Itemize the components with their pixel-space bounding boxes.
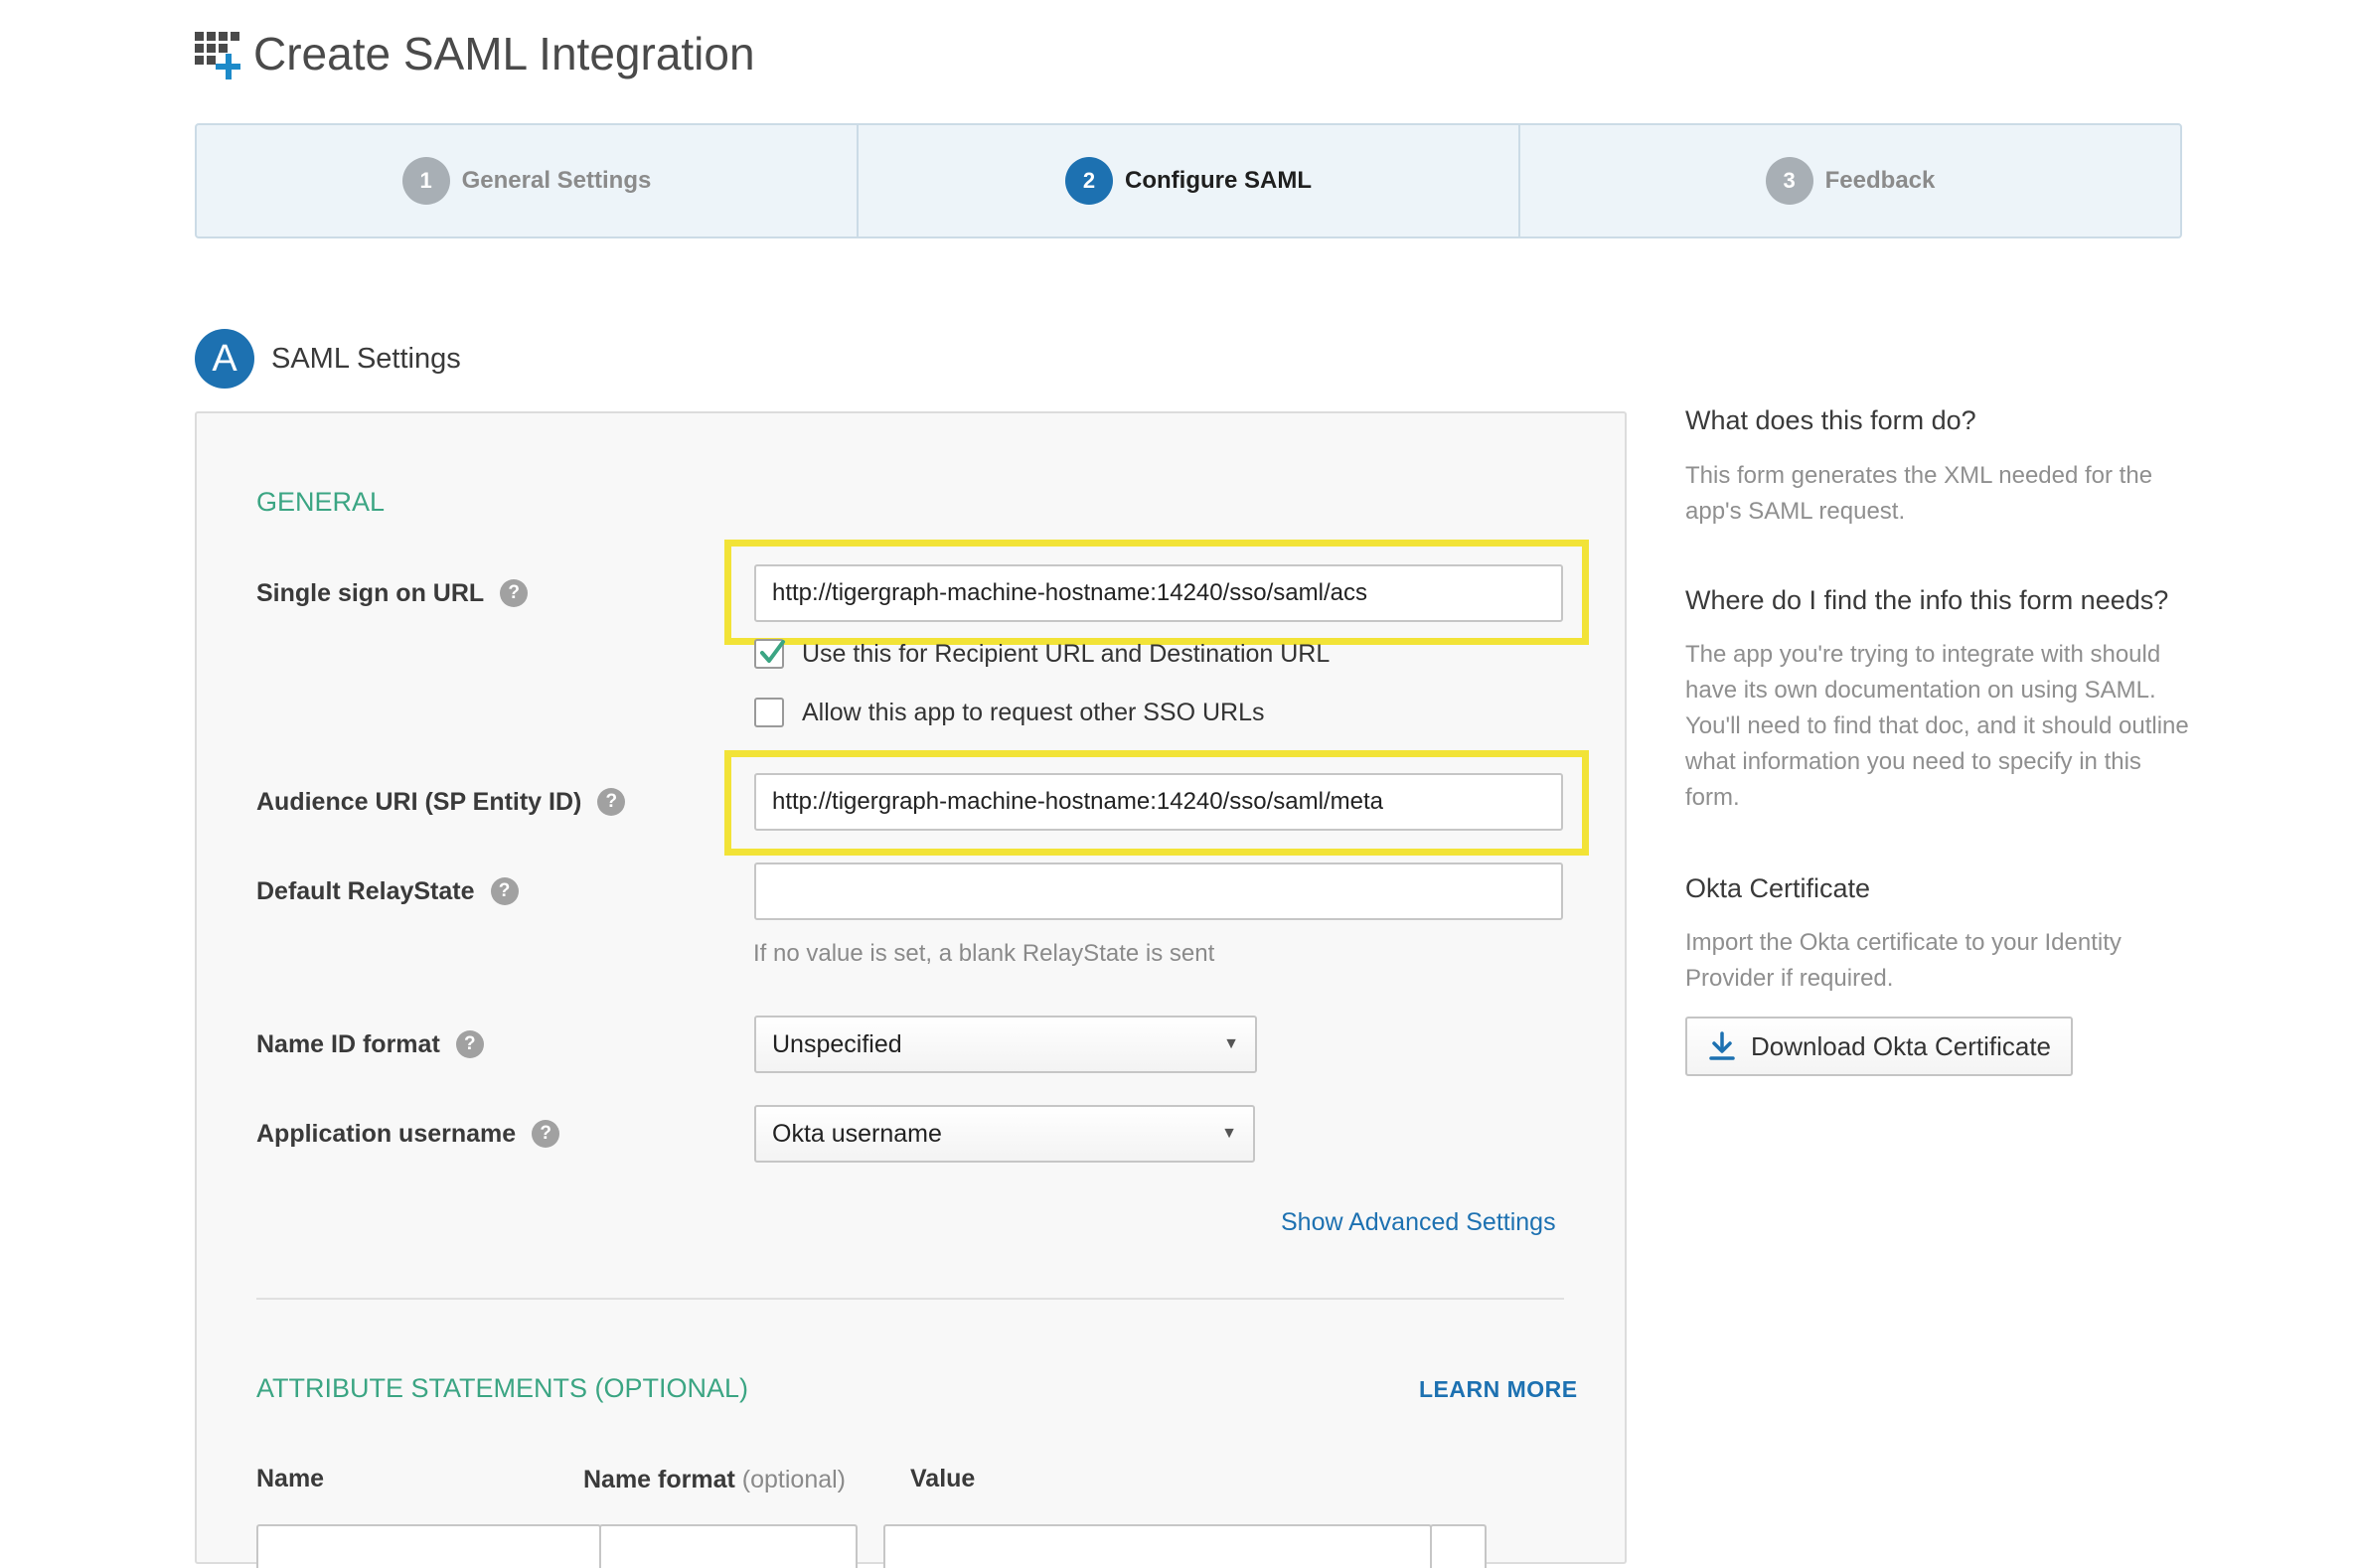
attribute-statements-heading: ATTRIBUTE STATEMENTS (OPTIONAL) [256,1373,749,1403]
sidebar-question-where-info: Where do I find the info this form needs… [1685,585,2169,615]
name-id-format-select[interactable]: Unspecified ▼ [754,1016,1257,1073]
sso-url-label-text: Single sign on URL [256,578,485,607]
caret-down-icon: ▼ [1221,1125,1237,1142]
download-icon [1709,1031,1735,1060]
learn-more-link[interactable]: LEARN MORE [1419,1376,1578,1403]
recipient-url-checkbox-row[interactable]: Use this for Recipient URL and Destinati… [754,637,1330,671]
section-divider [256,1298,1564,1300]
step-label: Feedback [1824,167,1936,194]
name-id-format-label-text: Name ID format [256,1029,440,1058]
app-username-label: Application username ? [256,1117,560,1151]
page-title: Create SAML Integration [253,28,755,79]
optional-hint: (optional) [741,1466,847,1493]
recipient-url-checkbox-label: Use this for Recipient URL and Destinati… [802,639,1331,668]
column-header-name: Name [256,1465,325,1492]
show-advanced-settings-link[interactable]: Show Advanced Settings [1281,1208,1556,1237]
app-username-select[interactable]: Okta username ▼ [754,1105,1255,1163]
app-username-label-text: Application username [256,1119,517,1148]
attribute-name-input[interactable] [256,1524,601,1568]
audience-uri-label: Audience URI (SP Entity ID) ? [256,785,626,819]
download-button-label: Download Okta Certificate [1751,1030,2052,1061]
name-format-text: Name format [583,1466,735,1493]
attribute-value-dropdown[interactable] [1430,1524,1487,1568]
wizard-step-configure-saml[interactable]: 2 Configure SAML [859,125,1520,236]
other-sso-checkbox-label: Allow this app to request other SSO URLs [802,698,1265,726]
audience-uri-label-text: Audience URI (SP Entity ID) [256,787,582,816]
help-icon[interactable]: ? [532,1120,560,1148]
wizard-steps: 1 General Settings 2 Configure SAML 3 Fe… [195,123,2182,238]
sso-url-input[interactable] [754,564,1563,622]
help-icon[interactable]: ? [500,579,529,607]
audience-uri-input[interactable] [754,773,1563,831]
help-icon[interactable]: ? [490,877,519,905]
step-label: General Settings [461,167,652,194]
download-okta-certificate-button[interactable]: Download Okta Certificate [1685,1017,2073,1076]
wizard-step-feedback[interactable]: 3 Feedback [1520,125,2180,236]
step-number-badge: 1 [401,157,450,205]
relay-state-label: Default RelayState ? [256,874,519,908]
name-id-format-value: Unspecified [772,1029,902,1058]
sidebar-answer-where-info: The app you're trying to integrate with … [1685,641,2189,811]
general-heading: GENERAL [256,487,386,517]
attribute-value-input[interactable] [883,1524,1432,1568]
app-username-value: Okta username [772,1119,942,1148]
other-sso-checkbox-row[interactable]: Allow this app to request other SSO URLs [754,696,1265,729]
section-title: SAML Settings [271,343,461,375]
recipient-url-checkbox[interactable] [754,639,785,669]
attribute-name-format-select[interactable] [599,1524,858,1568]
step-number-badge: 3 [1765,157,1813,205]
sidebar-okta-certificate-title: Okta Certificate [1685,873,1871,903]
help-icon[interactable]: ? [455,1030,484,1058]
sidebar-question-what-form-does: What does this form do? [1685,405,1976,435]
other-sso-checkbox[interactable] [754,698,784,727]
step-number-badge: 2 [1065,157,1113,205]
column-header-value: Value [910,1465,976,1492]
section-badge: A [195,329,254,389]
sidebar-okta-certificate-text: Import the Okta certificate to your Iden… [1685,929,2122,992]
sso-url-label: Single sign on URL ? [256,576,529,610]
sidebar-answer-what-form-does: This form generates the XML needed for t… [1685,462,2153,525]
relay-state-input[interactable] [754,862,1563,920]
help-icon[interactable]: ? [597,788,626,816]
wizard-step-general-settings[interactable]: 1 General Settings [197,125,859,236]
caret-down-icon: ▼ [1223,1035,1239,1052]
step-label: Configure SAML [1125,167,1312,194]
relay-state-label-text: Default RelayState [256,876,475,905]
relay-state-hint: If no value is set, a blank RelayState i… [753,940,1215,967]
column-header-name-format: Name format (optional) [583,1466,846,1494]
grid-plus-icon [195,32,240,79]
checkmark-icon [760,640,785,663]
name-id-format-label: Name ID format ? [256,1027,484,1061]
